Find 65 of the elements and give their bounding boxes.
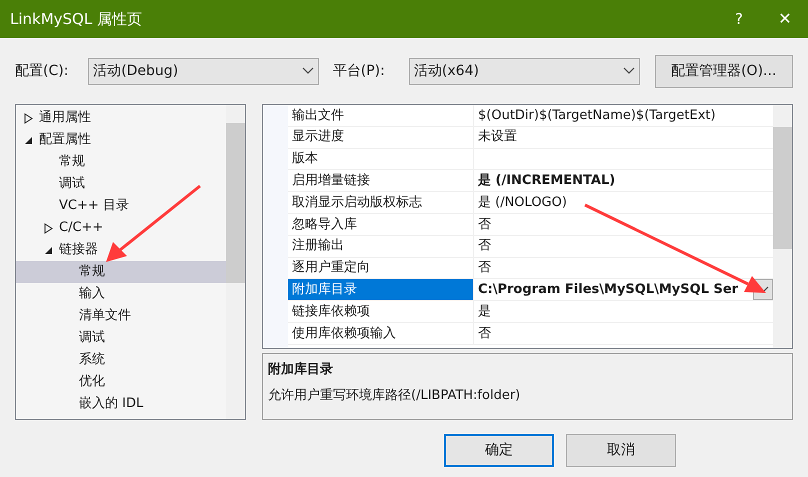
property-value: 否 — [477, 324, 492, 343]
tree-item[interactable]: 常规 — [16, 261, 226, 283]
platform-label: 平台(P): — [332, 62, 386, 80]
tree-item[interactable]: 清单文件 — [16, 305, 226, 327]
scrollbar[interactable] — [226, 105, 245, 419]
property-row[interactable]: 显示进度 未设置 — [288, 126, 773, 149]
property-name: 版本 — [288, 148, 474, 170]
tree-item[interactable]: 调试 — [16, 327, 226, 349]
collapsed-triangle-icon[interactable] — [24, 112, 33, 124]
property-value: 是 — [477, 302, 492, 321]
property-name: 取消显示启动版权标志 — [288, 192, 474, 213]
tree-item[interactable]: 嵌入的 IDL — [16, 393, 226, 415]
chevron-down-icon — [622, 67, 634, 75]
property-value: 否 — [477, 259, 492, 278]
property-row[interactable]: 注册输出 否 — [288, 236, 773, 258]
window-title: LinkMySQL 属性页 — [10, 8, 142, 30]
scrollbar[interactable] — [773, 105, 792, 348]
property-value: 未设置 — [477, 128, 518, 146]
property-name: 显示进度 — [288, 126, 474, 148]
property-row[interactable]: 附加库目录 C:\Program Files\MySQL\MySQL Ser — [288, 279, 773, 302]
property-value: 否 — [477, 216, 492, 234]
property-value: $(OutDir)$(TargetName)$(TargetExt) — [477, 106, 717, 125]
property-name: 链接库依赖项 — [288, 301, 474, 322]
config-manager-button[interactable]: 配置管理器(O)... — [654, 54, 793, 88]
expanded-triangle-icon[interactable] — [24, 136, 33, 144]
tree-item[interactable]: VC++ 目录 — [16, 195, 226, 217]
tree-item[interactable]: 输入 — [16, 283, 226, 305]
property-name: 附加库目录 — [288, 279, 474, 300]
close-button[interactable]: ✕ — [762, 0, 808, 38]
tree-item[interactable]: 优化 — [16, 371, 226, 393]
property-name: 注册输出 — [288, 236, 474, 257]
tree-item[interactable]: 调试 — [16, 173, 226, 195]
expanded-triangle-icon[interactable] — [44, 246, 53, 254]
dialog-button[interactable]: 确定 — [444, 434, 554, 467]
property-name: 使用库依赖项输入 — [288, 322, 474, 344]
chevron-down-icon — [302, 67, 314, 75]
property-name: 启用增量链接 — [288, 170, 474, 192]
property-name: 逐用户重定向 — [288, 258, 474, 278]
property-value: 是 (/INCREMENTAL) — [477, 172, 616, 190]
description-title: 附加库目录 — [268, 360, 334, 379]
tree-item[interactable]: C/C++ — [16, 217, 226, 239]
config-label: 配置(C): — [15, 62, 70, 80]
property-name: 忽略导入库 — [288, 214, 474, 235]
dialog-button[interactable]: 取消 — [566, 434, 676, 467]
property-row[interactable]: 输出文件 $(OutDir)$(TargetName)$(TargetExt) — [288, 105, 773, 127]
property-value: 否 — [477, 237, 492, 256]
property-value: 是 (/NOLOGO) — [477, 194, 568, 212]
property-row[interactable]: 链接库依赖项 是 — [288, 301, 773, 323]
tree-item[interactable]: 链接器 — [16, 239, 226, 261]
property-row[interactable]: 使用库依赖项输入 否 — [288, 322, 773, 345]
platform-dropdown[interactable]: 活动(x64) — [408, 58, 640, 84]
tree-item[interactable]: 系统 — [16, 349, 226, 371]
property-row[interactable]: 版本 — [288, 148, 773, 170]
property-name: 输出文件 — [288, 105, 474, 126]
tree-item[interactable]: 通用属性 — [16, 107, 226, 129]
property-row[interactable]: 启用增量链接 是 (/INCREMENTAL) — [288, 170, 773, 192]
help-button[interactable]: ? — [716, 0, 762, 38]
tree-item[interactable]: 常规 — [16, 151, 226, 173]
config-dropdown[interactable]: 活动(Debug) — [88, 58, 319, 84]
property-value: C:\Program Files\MySQL\MySQL Ser — [477, 281, 740, 300]
property-row[interactable]: 忽略导入库 否 — [288, 214, 773, 236]
tree-item[interactable]: 配置属性 — [16, 129, 226, 151]
description-text: 允许用户重写环境库路径(/LIBPATH:folder) — [268, 386, 522, 404]
property-row[interactable]: 取消显示启动版权标志 是 (/NOLOGO) — [288, 192, 773, 214]
collapsed-triangle-icon[interactable] — [44, 222, 53, 234]
